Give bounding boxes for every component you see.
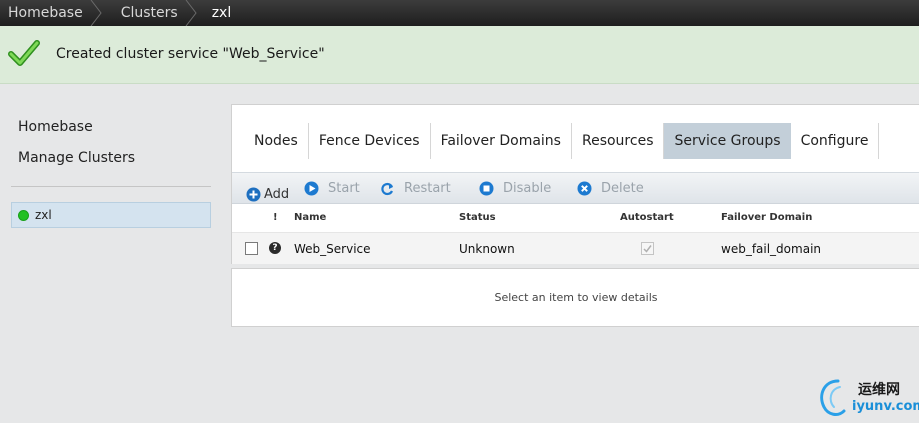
swirl-logo-icon (820, 379, 846, 416)
stop-icon (479, 181, 494, 196)
breadcrumb-separator-icon (90, 0, 102, 26)
breadcrumb-homebase[interactable]: Homebase (0, 0, 105, 26)
table-row[interactable]: ? Web_Service Unknown web_fail_domain (232, 232, 919, 264)
restart-icon (381, 182, 394, 196)
sidebar-divider (11, 186, 211, 187)
cluster-tabs: Nodes Fence Devices Failover Domains Res… (244, 123, 880, 159)
row-select-checkbox[interactable] (245, 242, 258, 255)
autostart-checkbox (641, 242, 654, 255)
add-button[interactable]: Add (246, 187, 289, 202)
watermark-line2: iyunv.com (852, 399, 919, 414)
breadcrumb-label: Homebase (8, 5, 83, 21)
notification-message: Created cluster service "Web_Service" (56, 46, 325, 62)
column-failover-domain[interactable]: Failover Domain (721, 212, 812, 223)
table-header: ! Name Status Autostart Failover Domain (232, 206, 919, 230)
service-name: Web_Service (294, 242, 371, 256)
breadcrumb-clusters[interactable]: Clusters (105, 0, 200, 26)
sidebar-link-homebase[interactable]: Homebase (18, 119, 93, 135)
breadcrumb-current: zxl (200, 0, 254, 26)
restart-label: Restart (404, 181, 451, 196)
service-status: Unknown (459, 242, 515, 256)
column-status[interactable]: Status (459, 212, 496, 223)
tab-fence-devices[interactable]: Fence Devices (309, 123, 431, 159)
disable-button[interactable]: Disable (479, 181, 551, 196)
column-autostart[interactable]: Autostart (620, 212, 674, 223)
add-label: Add (264, 187, 290, 202)
tab-nodes[interactable]: Nodes (244, 123, 309, 159)
details-placeholder: Select an item to view details (494, 291, 658, 304)
start-button[interactable]: Start (304, 181, 360, 196)
delete-label: Delete (601, 181, 644, 196)
play-icon (304, 181, 319, 196)
help-icon: ? (269, 242, 281, 254)
left-sidebar: Homebase Manage Clusters zxl (0, 84, 222, 423)
cluster-name: zxl (35, 208, 52, 222)
service-toolbar: Add Start Restart Disable Delete (232, 172, 919, 204)
failover-domain: web_fail_domain (721, 242, 822, 256)
column-flag: ! (273, 212, 278, 223)
column-name[interactable]: Name (294, 212, 326, 223)
start-label: Start (328, 181, 360, 196)
tab-failover-domains[interactable]: Failover Domains (431, 123, 572, 159)
breadcrumb-separator-icon (185, 0, 197, 26)
breadcrumb-label: Clusters (120, 5, 178, 21)
status-online-icon (18, 209, 29, 221)
delete-button[interactable]: Delete (577, 181, 644, 196)
delete-icon (577, 181, 592, 196)
cluster-item-zxl[interactable]: zxl (11, 202, 211, 228)
sidebar-link-manage-clusters[interactable]: Manage Clusters (18, 150, 135, 166)
service-groups-panel: Nodes Fence Devices Failover Domains Res… (231, 104, 919, 264)
checkmark-icon (8, 40, 40, 66)
add-icon (246, 187, 261, 202)
watermark-logo: 运维网 iyunv.com (816, 375, 919, 421)
tab-resources[interactable]: Resources (572, 123, 665, 159)
breadcrumb-label: zxl (211, 5, 232, 21)
restart-button[interactable]: Restart (380, 181, 451, 196)
success-notification: Created cluster service "Web_Service" (0, 26, 919, 84)
watermark-line1: 运维网 (858, 382, 900, 398)
tab-service-groups[interactable]: Service Groups (664, 123, 791, 159)
disable-label: Disable (503, 181, 552, 196)
details-panel: Select an item to view details (231, 268, 919, 327)
breadcrumb: Homebase Clusters zxl (0, 0, 919, 26)
tab-configure[interactable]: Configure (791, 123, 880, 159)
check-icon (643, 245, 652, 253)
